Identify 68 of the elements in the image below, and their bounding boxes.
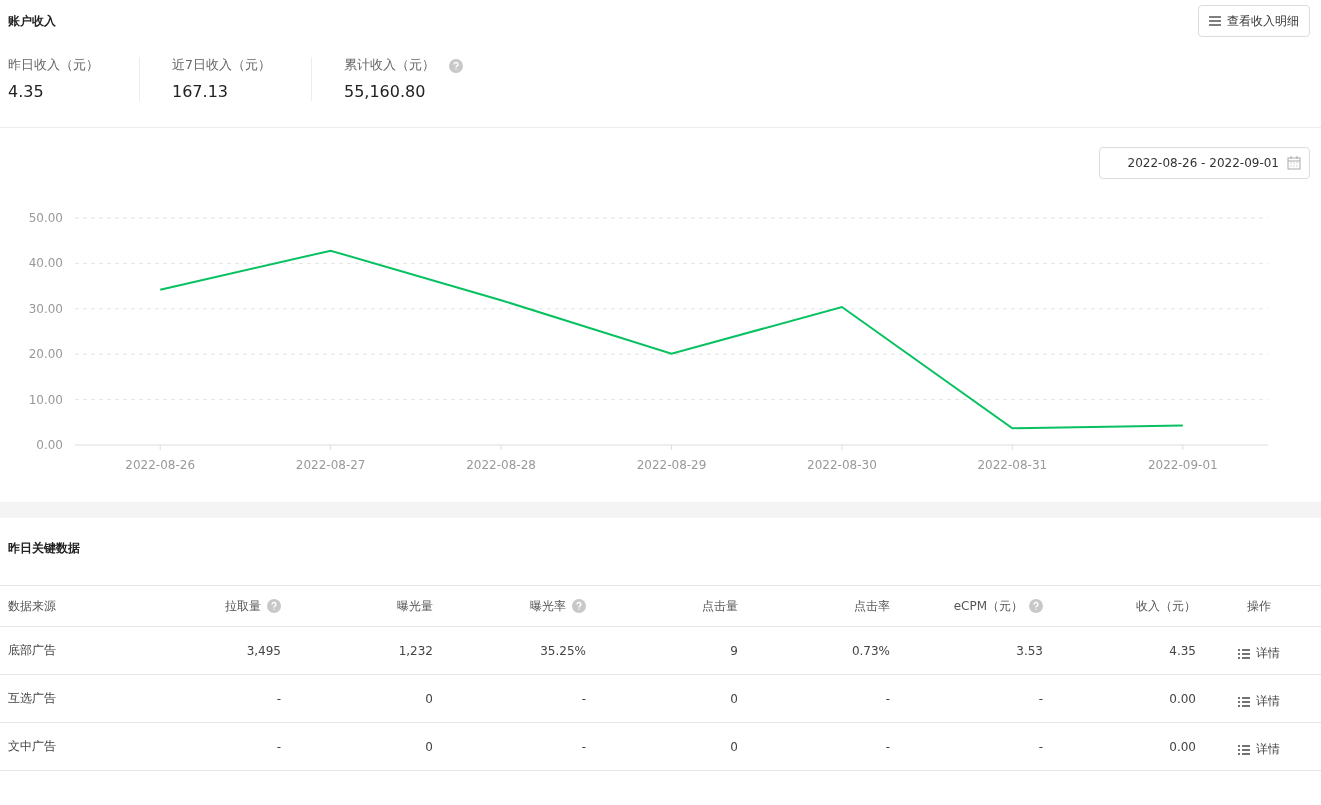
column-header: 曝光量: [397, 597, 433, 615]
table-cell: 0.73%: [851, 643, 890, 658]
table-cell: 4.35: [1169, 643, 1196, 658]
x-axis-label: 2022-08-28: [466, 458, 536, 472]
column-header: 数据来源: [8, 597, 56, 615]
section-title: 账户收入: [8, 12, 56, 30]
details-link[interactable]: 详情: [1237, 689, 1280, 714]
table-cell: 0.00: [1169, 691, 1196, 706]
table-cell: 文中广告: [8, 739, 56, 753]
list-icon: [1237, 744, 1250, 755]
table-cell: -: [1038, 739, 1043, 754]
table-cell: 底部广告: [8, 643, 56, 657]
x-axis-label: 2022-08-30: [807, 458, 877, 472]
table-cell: 1,232: [398, 643, 433, 658]
column-header: 曝光率: [530, 597, 566, 615]
details-link[interactable]: 详情: [1237, 641, 1280, 666]
column-header: 点击量: [702, 597, 738, 615]
table-cell: 3,495: [246, 643, 281, 658]
y-axis-label: 40.00: [28, 256, 63, 271]
help-icon[interactable]: [572, 599, 586, 613]
help-icon[interactable]: [448, 58, 463, 73]
stat-value: 167.13: [172, 82, 229, 101]
table-cell: -: [885, 739, 890, 754]
table-cell: -: [1038, 691, 1043, 706]
stat-value: 4.35: [8, 82, 45, 101]
column-header: 点击率: [854, 597, 890, 615]
y-axis-label: 30.00: [28, 301, 63, 316]
table-cell: -: [276, 739, 281, 754]
stat-label: 累计收入（元）: [343, 57, 435, 74]
column-header: eCPM（元）: [953, 597, 1023, 615]
details-link[interactable]: 详情: [1237, 737, 1280, 762]
table-cell: 3.53: [1016, 643, 1043, 658]
table-cell: -: [885, 691, 890, 706]
date-range-field[interactable]: 2022-08-26 - 2022-09-01: [1098, 147, 1310, 179]
table-cell: 0: [730, 691, 738, 706]
y-axis-label: 20.00: [28, 347, 63, 362]
column-header: 拉取量: [225, 597, 261, 615]
x-axis-label: 2022-08-26: [125, 458, 196, 472]
y-axis-label: 10.00: [28, 392, 63, 407]
table-cell: 0: [730, 739, 738, 754]
list-icon: [1237, 648, 1250, 659]
table-cell: 35.25%: [540, 643, 586, 658]
x-axis-label: 2022-08-29: [636, 458, 707, 472]
table-cell: 0: [425, 739, 433, 754]
calendar-icon: [1287, 156, 1301, 170]
table-cell: 0.00: [1169, 739, 1196, 754]
table-cell: -: [276, 691, 281, 706]
table-cell: 互选广告: [8, 691, 56, 705]
table-cell: 0: [425, 691, 433, 706]
stat-label: 近7日收入（元）: [172, 57, 271, 74]
x-axis-label: 2022-09-01: [1147, 458, 1218, 472]
stat-label: 昨日收入（元）: [8, 57, 99, 74]
list-icon: [1237, 696, 1250, 707]
table-cell: 9: [730, 643, 738, 658]
section-title: 昨日关键数据: [7, 540, 81, 557]
income-detail-button[interactable]: 查看收入明细: [1198, 5, 1310, 37]
x-axis-label: 2022-08-27: [295, 458, 366, 472]
help-icon[interactable]: [1029, 599, 1043, 613]
menu-icon: [1209, 16, 1221, 26]
y-axis-label: 0.00: [36, 438, 63, 452]
y-axis-label: 50.00: [28, 211, 63, 225]
column-header: 收入（元）: [1136, 597, 1196, 615]
column-header: 操作: [1246, 597, 1271, 615]
table-cell: -: [581, 739, 586, 754]
stat-value: 55,160.80: [343, 82, 427, 101]
x-axis-label: 2022-08-31: [977, 458, 1048, 472]
table-cell: -: [581, 691, 586, 706]
help-icon[interactable]: [267, 599, 281, 613]
